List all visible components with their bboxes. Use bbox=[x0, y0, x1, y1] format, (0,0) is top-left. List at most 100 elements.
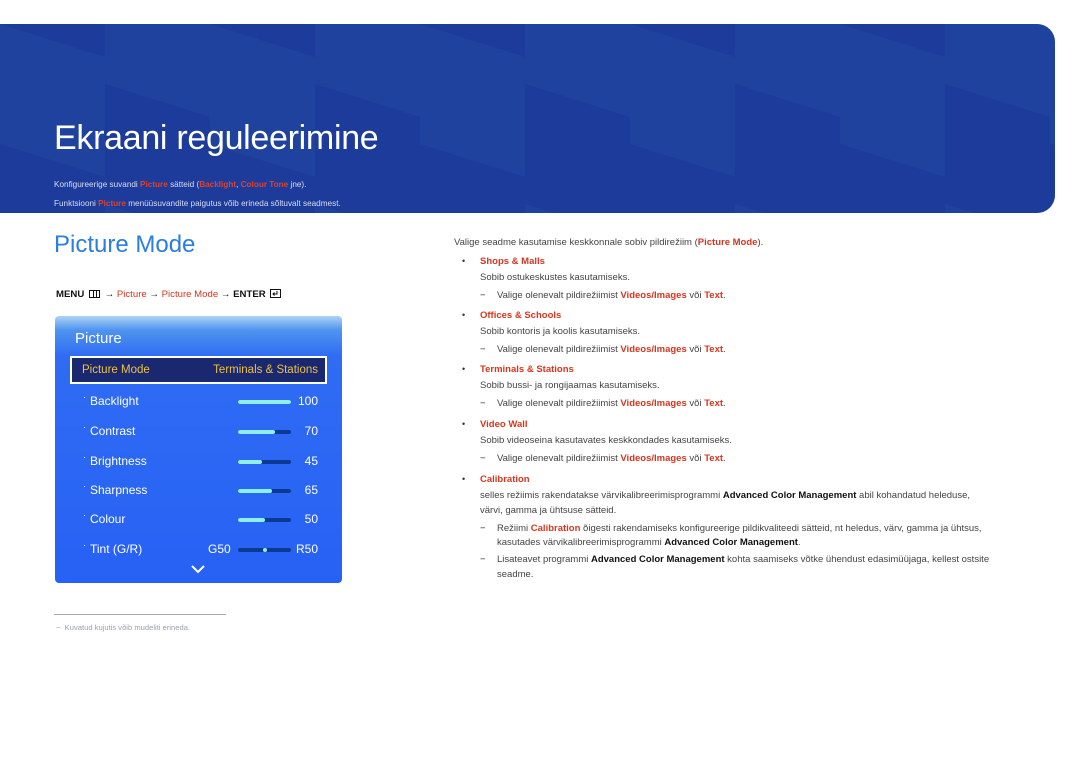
highlight-colour-tone: Colour Tone bbox=[240, 180, 289, 189]
osd-item-sharpness[interactable]: · Sharpness 65 bbox=[55, 481, 342, 501]
tint-green-value: G50 bbox=[208, 542, 231, 556]
contrast-slider[interactable] bbox=[238, 430, 291, 434]
dash: − bbox=[480, 523, 486, 534]
arrow: → bbox=[104, 289, 115, 300]
enter-icon bbox=[270, 289, 282, 298]
text: . bbox=[797, 537, 801, 548]
slider-fill bbox=[238, 518, 265, 522]
dash: − bbox=[480, 290, 486, 301]
highlight-picture: Picture bbox=[98, 199, 126, 208]
osd-item-label: Brightness bbox=[90, 454, 147, 468]
bullet: • bbox=[462, 474, 466, 484]
tint-red-value: R50 bbox=[295, 542, 318, 556]
highlight-text: Text bbox=[704, 453, 724, 464]
tint-slider[interactable] bbox=[238, 548, 291, 552]
highlight-acm: Advanced Color Management bbox=[590, 554, 725, 565]
brightness-slider[interactable] bbox=[238, 460, 291, 464]
slider-fill bbox=[238, 489, 273, 493]
dash: − bbox=[480, 344, 486, 355]
osd-item-backlight[interactable]: · Backlight 100 bbox=[55, 392, 342, 412]
item-title-calibration: Calibration bbox=[480, 474, 530, 485]
header-banner: Ekraani reguleerimine Konfigureerige suv… bbox=[0, 24, 1055, 213]
footnote: − Kuvatud kujutis võib mudeliti erineda. bbox=[56, 623, 190, 632]
highlight-videos-images: Videos/Images bbox=[620, 344, 687, 355]
enter-label: ENTER bbox=[233, 289, 266, 300]
osd-item-value: 45 bbox=[304, 454, 318, 468]
slider-knob[interactable] bbox=[262, 548, 267, 552]
dash: − bbox=[480, 398, 486, 409]
text: Valige olenevalt pildirežiimist bbox=[497, 344, 621, 355]
text: Valige olenevalt pildirežiimist bbox=[497, 398, 621, 409]
highlight-text: Text bbox=[704, 344, 724, 355]
text: . bbox=[723, 398, 726, 409]
text: . bbox=[723, 453, 726, 464]
text: kohta saamiseks võtke ühendust edasimüüj… bbox=[724, 554, 990, 565]
text: kasutades värvikalibreerimisprogrammi bbox=[497, 537, 665, 548]
item-title: Terminals & Stations bbox=[480, 364, 574, 375]
text: jne). bbox=[288, 180, 307, 189]
calibration-note-2a: Lisateavet programmi Advanced Color Mana… bbox=[497, 554, 989, 565]
highlight-picture: Picture bbox=[140, 180, 168, 189]
item-desc: Sobib kontoris ja koolis kasutamiseks. bbox=[480, 326, 640, 337]
highlight-acm: Advanced Color Management bbox=[664, 537, 798, 548]
osd-item-value: 70 bbox=[304, 424, 318, 438]
text: Valige olenevalt pildirežiimist bbox=[497, 453, 621, 464]
item-desc: Sobib ostukeskustes kasutamiseks. bbox=[480, 272, 630, 283]
page-title: Ekraani reguleerimine bbox=[54, 119, 379, 157]
item-note: Valige olenevalt pildirežiimist Videos/I… bbox=[497, 453, 726, 464]
osd-item-tint[interactable]: · Tint (G/R) G50 R50 bbox=[55, 540, 342, 560]
osd-title: Picture bbox=[75, 330, 122, 347]
text: Lisateavet programmi bbox=[497, 554, 591, 565]
text: sätteid ( bbox=[167, 180, 200, 189]
bullet: • bbox=[462, 364, 466, 374]
footnote-text: Kuvatud kujutis võib mudeliti erineda. bbox=[64, 623, 191, 632]
text: õigesti rakendamiseks konfigureerige pil… bbox=[580, 523, 982, 534]
backlight-slider[interactable] bbox=[238, 400, 291, 404]
osd-item-label: Colour bbox=[90, 512, 126, 526]
chevron-down-icon[interactable] bbox=[191, 564, 205, 574]
banner-description-2: Funktsiooni Picture menüüsuvandite paigu… bbox=[54, 199, 341, 208]
osd-item-label: Sharpness bbox=[90, 483, 148, 497]
colour-slider[interactable] bbox=[238, 518, 291, 522]
item-title: Video Wall bbox=[480, 419, 528, 430]
dash: − bbox=[56, 623, 61, 632]
osd-item-contrast[interactable]: · Contrast 70 bbox=[55, 422, 342, 442]
text: abil kohandatud heleduse, bbox=[856, 490, 970, 501]
highlight-videos-images: Videos/Images bbox=[620, 290, 687, 301]
text: või bbox=[686, 344, 705, 355]
highlight-text: Text bbox=[704, 290, 724, 301]
picture-osd-menu: Picture Picture Mode Terminals & Station… bbox=[55, 316, 342, 583]
arrow: → bbox=[220, 289, 231, 300]
item-note: Valige olenevalt pildirežiimist Videos/I… bbox=[497, 344, 726, 355]
osd-item-brightness[interactable]: · Brightness 45 bbox=[55, 452, 342, 472]
highlight-text: Text bbox=[704, 398, 724, 409]
bullet: • bbox=[462, 256, 466, 266]
menu-step-picture-mode: Picture Mode bbox=[161, 289, 219, 300]
sharpness-slider[interactable] bbox=[238, 489, 291, 493]
calibration-desc-1: selles režiimis rakendatakse värvikalibr… bbox=[480, 490, 970, 501]
bullet: · bbox=[83, 452, 86, 462]
menu-label: MENU bbox=[56, 289, 85, 300]
dash: − bbox=[480, 554, 486, 565]
text: Režiimi bbox=[497, 523, 531, 534]
highlight-videos-images: Videos/Images bbox=[620, 398, 687, 409]
text: selles režiimis rakendatakse värvikalibr… bbox=[480, 490, 723, 501]
osd-item-value: 100 bbox=[297, 394, 318, 408]
bullet: · bbox=[83, 481, 86, 491]
bullet: • bbox=[462, 419, 466, 429]
arrow: → bbox=[149, 289, 159, 300]
footnote-divider bbox=[54, 614, 226, 615]
item-desc: Sobib videoseina kasutavates keskkondade… bbox=[480, 435, 732, 446]
item-note: Valige olenevalt pildirežiimist Videos/I… bbox=[497, 398, 726, 409]
text: või bbox=[686, 290, 705, 301]
osd-item-label: Contrast bbox=[90, 424, 136, 438]
calibration-note-1a: Režiimi Calibration õigesti rakendamisek… bbox=[497, 523, 982, 534]
banner-description-1: Konfigureerige suvandi Picture sätteid (… bbox=[54, 180, 306, 189]
menu-path: MENU → Picture → Picture Mode → ENTER bbox=[56, 289, 282, 300]
osd-item-picture-mode[interactable]: Picture Mode Terminals & Stations bbox=[70, 356, 327, 384]
text: . bbox=[723, 290, 726, 301]
item-title: Offices & Schools bbox=[480, 310, 562, 321]
text: Konfigureerige suvandi bbox=[54, 180, 141, 189]
osd-item-colour[interactable]: · Colour 50 bbox=[55, 510, 342, 530]
calibration-desc-2: värvi, gamma ja ühtsuse sätteid. bbox=[480, 505, 617, 516]
